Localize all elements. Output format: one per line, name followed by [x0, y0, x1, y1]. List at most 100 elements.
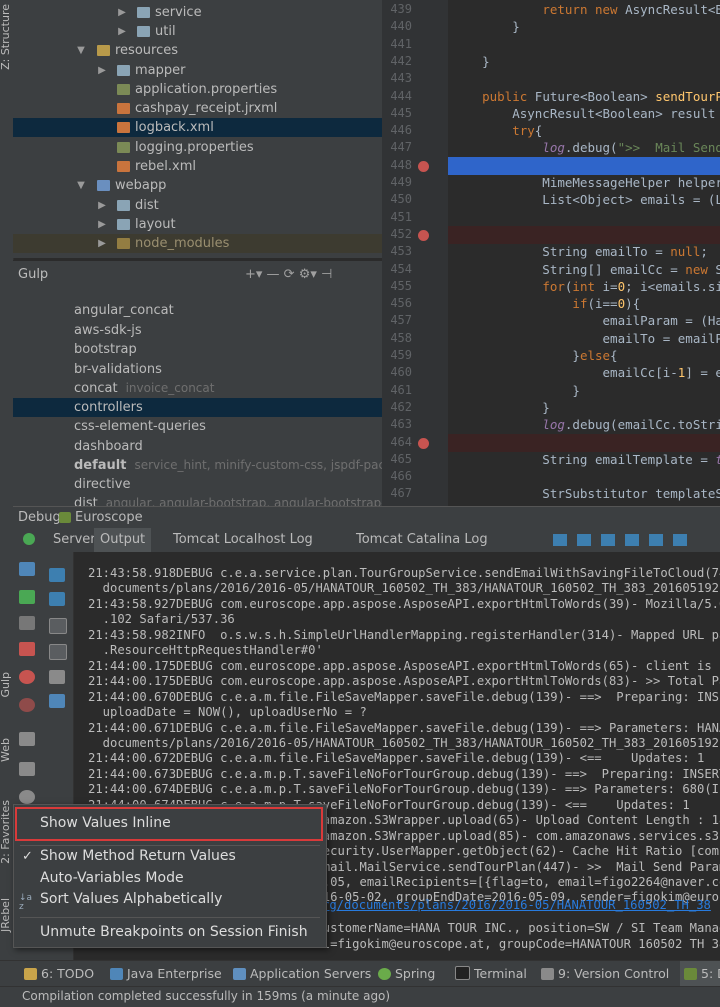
gulp-task-label: concat [74, 381, 118, 396]
tab-tomcat-catalina-log[interactable]: Tomcat Catalina Log [350, 528, 494, 552]
resources-folder-icon [97, 45, 110, 56]
gulp-toolbar[interactable]: +▾ — ⟳ ⚙▾ ⊣ [245, 267, 332, 282]
menu-item-show-values-inline[interactable]: Show Values Inline [40, 815, 171, 831]
expand-arrow-icon[interactable]: ▶ [96, 61, 108, 80]
breakpoint-icon[interactable] [418, 437, 429, 449]
tree-node-util[interactable]: ▶ util [13, 22, 382, 41]
expand-arrow-icon[interactable]: ▶ [96, 196, 108, 215]
gulp-task-name: dashboard [74, 439, 143, 454]
tree-node-label: util [155, 24, 176, 39]
expand-arrow-icon[interactable]: ▶ [96, 234, 108, 253]
folder-icon [137, 7, 150, 18]
line-number: 441 [390, 36, 412, 51]
clear-all-icon[interactable] [49, 694, 65, 708]
collapse-arrow-icon[interactable]: ▼ [75, 176, 87, 195]
tree-node-application-properties[interactable]: application.properties [13, 80, 382, 99]
console-line: 21:43:58.927DEBUG com.euroscope.app.aspo… [88, 596, 720, 611]
tree-node-service[interactable]: ▶ service [13, 3, 382, 22]
expand-arrow-icon[interactable]: ▶ [116, 3, 128, 22]
gulp-task[interactable]: dist angular, angular-bootstrap, angular-… [13, 494, 382, 506]
tree-node-label: resources [115, 43, 179, 58]
collapse-arrow-icon[interactable]: ▼ [75, 41, 87, 60]
gulp-tool-tab[interactable]: Gulp [0, 672, 13, 698]
tool-tab-java-enterprise[interactable]: Java Enterprise [110, 961, 222, 987]
pause-icon[interactable] [19, 616, 35, 630]
tree-node-layout[interactable]: ▶ layout [13, 215, 382, 234]
scroll-up-icon[interactable] [49, 568, 65, 582]
tree-node-dist[interactable]: ▶ dist [13, 196, 382, 215]
xml-file-icon [117, 103, 130, 114]
tree-node-logback-xml[interactable]: logback.xml [13, 118, 382, 137]
view-breakpoints-icon[interactable] [19, 670, 35, 684]
step-toolbar-icons[interactable] [553, 534, 693, 546]
expand-arrow-icon[interactable]: ▶ [116, 22, 128, 41]
console-link[interactable]: e.org/documents/plans/2016/2016-05/HANAT… [300, 898, 711, 912]
tab-output[interactable]: Output [94, 528, 152, 552]
soft-wrap-icon[interactable] [49, 618, 67, 634]
tree-node-resources[interactable]: ▼ resources [13, 41, 382, 60]
rerun-icon[interactable] [23, 533, 35, 545]
tree-node-mapper[interactable]: ▶ mapper [13, 61, 382, 80]
console-line: uploadDate = NOW(), uploadUserNo = ? [88, 705, 367, 720]
stop-icon[interactable] [19, 642, 35, 656]
gulp-task[interactable]: bootstrap [13, 340, 382, 359]
gulp-task[interactable]: css-element-queries [13, 417, 382, 436]
mute-breakpoints-icon[interactable] [19, 698, 35, 712]
editor-gutter[interactable]: 439 440 441 442 443 444 445 446 447 448 449 450 451 4… [382, 0, 448, 506]
menu-item-auto-variables-mode[interactable]: Auto-Variables Mode [40, 870, 184, 886]
bug-icon [59, 512, 71, 523]
scroll-down-icon[interactable] [49, 592, 65, 606]
line-number: 465 [390, 451, 412, 466]
tool-tab-label: Application Servers [250, 966, 372, 981]
tree-node-rebel-xml[interactable]: rebel.xml [13, 157, 382, 176]
gulp-task[interactable]: directive [13, 475, 382, 494]
tool-tab-debug[interactable]: 5: D [680, 961, 720, 987]
gulp-task[interactable]: aws-sdk-js [13, 321, 382, 340]
resume-icon[interactable] [19, 590, 35, 604]
code-line: String[] emailCc = new Str [452, 261, 720, 277]
gulp-task-name: dist angular, angular-bootstrap, angular-… [74, 494, 382, 506]
structure-tool-tab[interactable]: Z: Structure [0, 4, 13, 70]
tool-tab-spring[interactable]: Spring [378, 961, 435, 987]
gulp-task[interactable]: default service_hint, minify-custom-css, … [13, 456, 382, 475]
breakpoint-icon[interactable] [418, 229, 429, 241]
tool-tab-application-servers[interactable]: Application Servers [233, 961, 371, 987]
menu-item-unmute-breakpoints[interactable]: Unmute Breakpoints on Session Finish [40, 924, 308, 940]
tree-node-node-modules[interactable]: ▶ node_modules [13, 234, 382, 253]
tree-node-label: layout [135, 217, 176, 232]
tool-tab-todo[interactable]: 6: TODO [24, 961, 94, 987]
tab-tomcat-localhost-log[interactable]: Tomcat Localhost Log [167, 528, 319, 552]
settings-gear-icon[interactable] [19, 790, 35, 804]
code-editor[interactable]: 439 440 441 442 443 444 445 446 447 448 449 450 451 4… [382, 0, 720, 506]
gulp-task[interactable]: angular_concat [13, 301, 382, 320]
print-icon[interactable] [49, 670, 65, 684]
tree-node-cashpay-receipt[interactable]: cashpay_receipt.jrxml [13, 99, 382, 118]
tree-node-label: dist [135, 198, 159, 213]
gulp-task[interactable]: concat invoice_concat [13, 379, 382, 398]
line-number: 444 [390, 88, 412, 103]
jrebel-tool-tab[interactable]: JRebel [0, 898, 13, 932]
current-execution-line [448, 156, 720, 175]
tool-tab-version-control[interactable]: 9: Version Control [541, 961, 669, 987]
tree-node-webapp[interactable]: ▼ webapp [13, 176, 382, 195]
breakpoint-icon[interactable] [418, 160, 429, 172]
camera-icon[interactable] [19, 732, 35, 746]
expand-arrow-icon[interactable]: ▶ [96, 215, 108, 234]
menu-item-sort-values-alphabetically[interactable]: Sort Values Alphabetically [40, 891, 222, 907]
favorites-tool-tab[interactable]: 2: Favorites [0, 800, 13, 864]
scroll-to-end-icon[interactable] [49, 644, 67, 660]
debug-tool-window-header: Debug Euroscope [13, 506, 720, 529]
web-tool-tab[interactable]: Web [0, 738, 13, 762]
rerun-icon[interactable] [19, 562, 35, 576]
tree-node-label: logging.properties [135, 140, 254, 155]
tool-tab-terminal[interactable]: Terminal [455, 961, 527, 987]
tree-node-logging-properties[interactable]: logging.properties [13, 138, 382, 157]
console-line: documents/plans/2016/2016-05/HANATOUR_16… [88, 581, 720, 596]
gulp-task[interactable]: br-validations [13, 360, 382, 379]
code-line: return new AsyncResult<Bo [542, 2, 720, 17]
restore-layout-icon[interactable] [19, 762, 35, 776]
gulp-task[interactable]: dashboard [13, 437, 382, 456]
gulp-task[interactable]: controllers [13, 398, 382, 417]
menu-item-show-method-return-values[interactable]: Show Method Return Values [40, 848, 236, 864]
code-line: public Future<Boolean> sendTourPla [482, 88, 720, 104]
